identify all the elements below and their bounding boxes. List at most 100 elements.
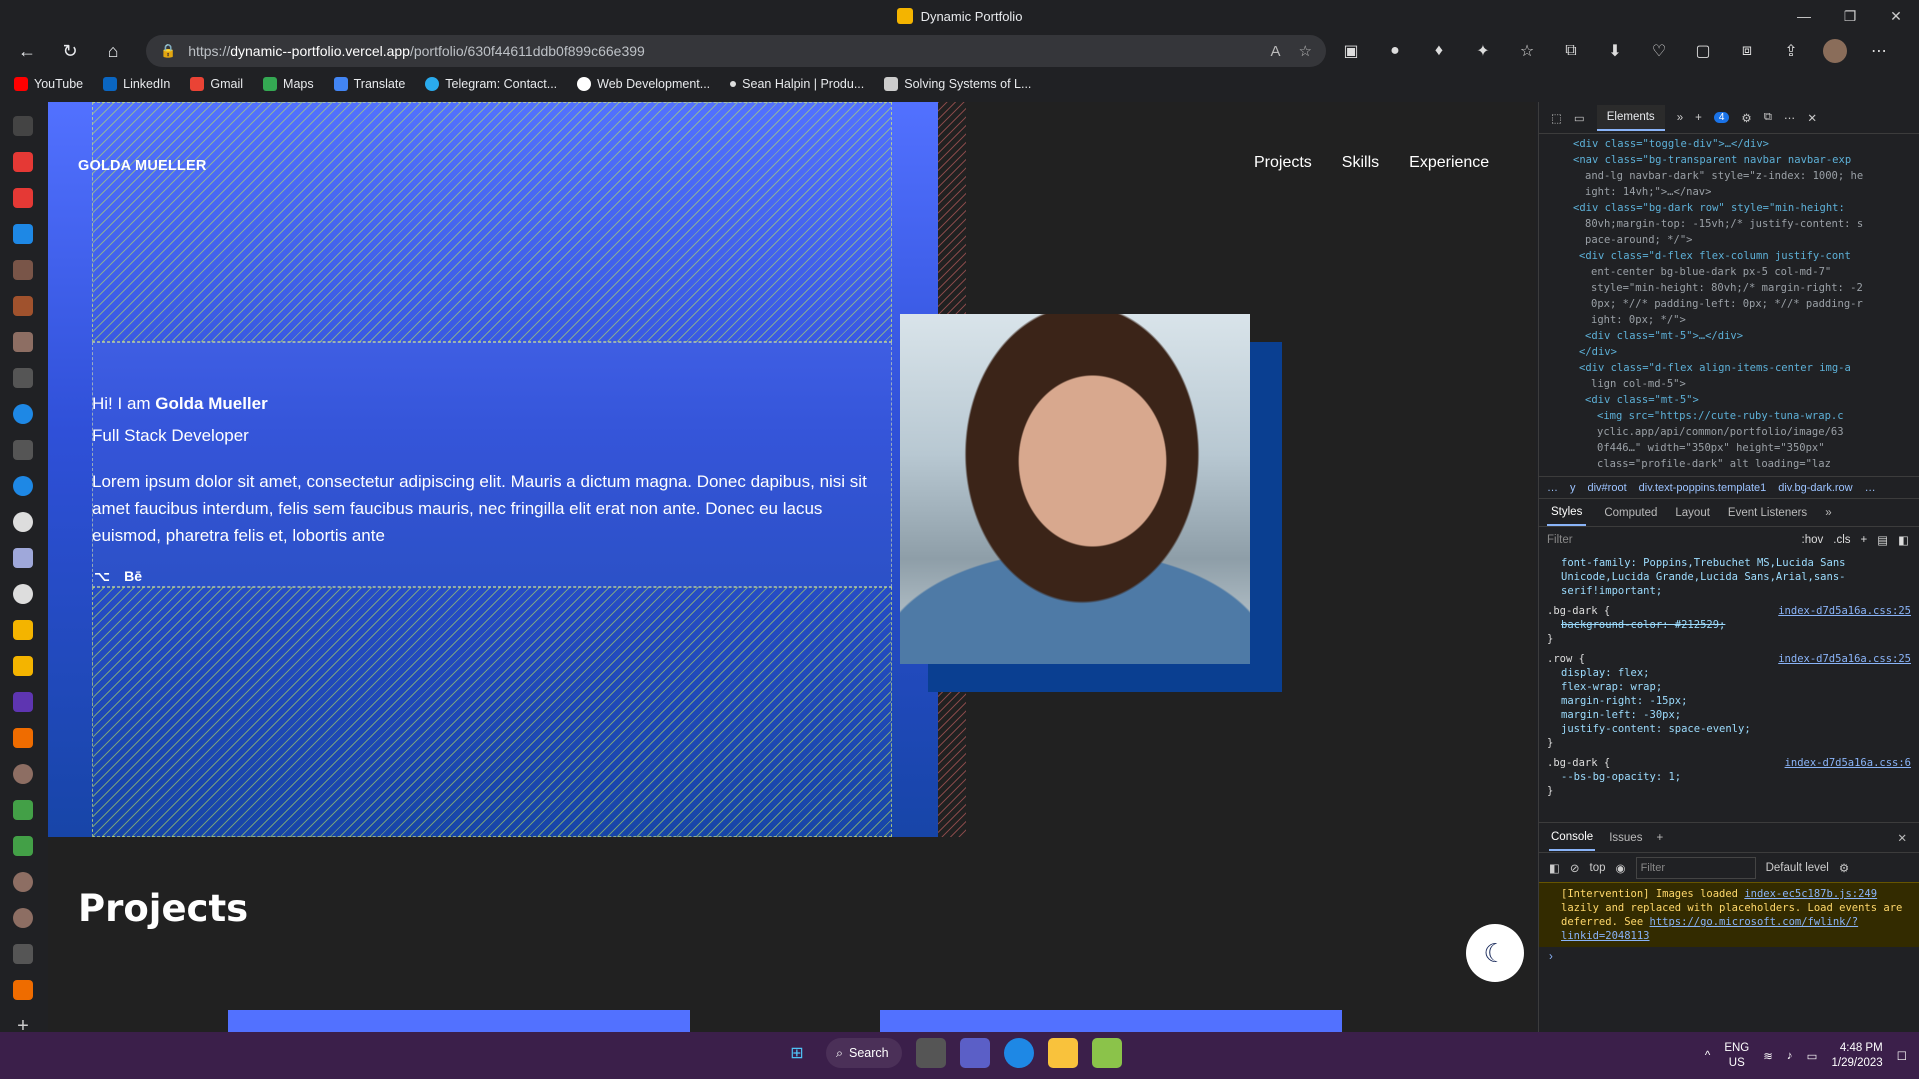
css-source-link[interactable]: index-d7d5a16a.css:25 — [1778, 652, 1911, 666]
download-icon[interactable]: ⬇ — [1602, 38, 1628, 64]
dom-node-line[interactable]: ight: 14vh;">…</nav> — [1543, 184, 1919, 200]
bookmark-webdev[interactable]: Web Development... — [577, 77, 710, 91]
extension-icon[interactable]: ▣ — [1338, 38, 1364, 64]
back-icon[interactable]: ← — [11, 35, 43, 67]
dom-node-line[interactable]: class="profile-dark" alt loading="laz — [1543, 456, 1919, 472]
dock-icon[interactable]: ⧉ — [1764, 111, 1772, 124]
bookmark-sean-halpin[interactable]: Sean Halpin | Produ... — [730, 77, 864, 91]
share-icon[interactable]: ⇪ — [1778, 38, 1804, 64]
css-property[interactable]: justify-content: space-evenly; — [1561, 722, 1911, 736]
extensions-icon[interactable]: ✦ — [1470, 38, 1496, 64]
bookmark-linkedin[interactable]: LinkedIn — [103, 77, 170, 91]
context-select[interactable]: top — [1590, 862, 1606, 874]
volume-icon[interactable]: ♪ — [1787, 1050, 1793, 1062]
more-icon[interactable]: ⋯ — [1866, 38, 1892, 64]
css-property[interactable]: background-color: #212529; — [1561, 618, 1911, 632]
language-indicator[interactable]: ENG US — [1724, 1041, 1749, 1071]
dom-node-line[interactable]: <div class="d-flex align-items-center im… — [1543, 360, 1919, 376]
css-property[interactable]: --bs-bg-opacity: 1; — [1561, 770, 1911, 784]
wifi-icon[interactable]: ≋ — [1763, 1049, 1773, 1063]
more-tabs-icon[interactable]: » — [1825, 507, 1831, 519]
css-selector[interactable]: .row { — [1547, 652, 1585, 666]
play-icon[interactable] — [13, 800, 33, 820]
clear-console-icon[interactable]: ⊘ — [1570, 861, 1580, 875]
theme-toggle-button[interactable]: ☾ — [1466, 924, 1524, 982]
favorites-icon[interactable]: ☆ — [1514, 38, 1540, 64]
more-icon[interactable]: ⋯ — [1784, 111, 1796, 125]
clock[interactable]: 4:48 PM 1/29/2023 — [1832, 1041, 1883, 1071]
dom-node-line[interactable]: <div class="mt-5">…</div> — [1543, 328, 1919, 344]
chevron-up-icon[interactable]: ^ — [1705, 1050, 1710, 1062]
sidebar-toggle-icon[interactable]: ◧ — [1898, 533, 1909, 547]
lock-icon[interactable]: 🔒 — [160, 43, 176, 59]
dom-node-line[interactable]: 80vh;margin-top: -15vh;/* justify-conten… — [1543, 216, 1919, 232]
breadcrumb-item[interactable]: y — [1570, 482, 1576, 494]
bookmark-telegram[interactable]: Telegram: Contact... — [425, 77, 557, 91]
tab-issues[interactable]: Issues — [1609, 832, 1642, 844]
portfolio-icon[interactable] — [13, 656, 33, 676]
reload-icon[interactable]: ↻ — [54, 35, 86, 67]
split-icon[interactable]: ⧈ — [1734, 38, 1760, 64]
project-card[interactable] — [228, 1010, 690, 1032]
bookmark-translate[interactable]: Translate — [333, 77, 405, 91]
paint-icon[interactable]: ▤ — [1877, 533, 1888, 547]
portfolio-icon[interactable] — [13, 620, 33, 640]
play-icon[interactable] — [13, 224, 33, 244]
breadcrumb-item[interactable]: div.text-poppins.template1 — [1639, 482, 1767, 494]
minimize-icon[interactable]: — — [1781, 0, 1827, 32]
bookmark-solving-systems[interactable]: Solving Systems of L... — [884, 77, 1031, 91]
read-aloud-icon[interactable]: A — [1271, 43, 1281, 60]
app-icon[interactable] — [13, 692, 33, 712]
css-selector[interactable]: .bg-dark { — [1547, 756, 1610, 770]
close-icon[interactable]: ✕ — [1807, 111, 1817, 125]
behance-icon[interactable]: Bē — [124, 568, 142, 585]
css-property[interactable]: margin-right: -15px; — [1561, 694, 1911, 708]
issues-badge[interactable]: 4 — [1713, 112, 1730, 123]
dom-node-line[interactable]: lign col-md-5"> — [1543, 376, 1919, 392]
hov-toggle[interactable]: :hov — [1802, 534, 1824, 546]
css-selector[interactable]: .bg-dark { — [1547, 604, 1610, 618]
css-source-link[interactable]: index-d7d5a16a.css:25 — [1778, 604, 1911, 618]
css-property[interactable]: display: flex; — [1561, 666, 1911, 680]
taskbar-search[interactable]: ⌕ Search — [826, 1038, 902, 1068]
app-icon[interactable] — [13, 332, 33, 352]
app-icon[interactable] — [13, 476, 33, 496]
dom-node-line[interactable]: <img src="https://cute-ruby-tuna-wrap.c — [1543, 408, 1919, 424]
app-icon[interactable] — [13, 980, 33, 1000]
breadcrumb-item[interactable]: … — [1865, 482, 1876, 494]
app-icon[interactable] — [13, 368, 33, 388]
bookmark-maps[interactable]: Maps — [263, 77, 314, 91]
app-icon[interactable] — [13, 728, 33, 748]
nav-skills[interactable]: Skills — [1342, 154, 1379, 172]
app-icon[interactable] — [13, 872, 33, 892]
screenshot-icon[interactable]: ▢ — [1690, 38, 1716, 64]
favorite-add-icon[interactable]: ☆ — [1299, 42, 1312, 60]
source-link[interactable]: index-ec5c187b.js:249 — [1744, 888, 1877, 900]
tab-console[interactable]: Console — [1549, 825, 1596, 851]
youtube-icon[interactable] — [13, 188, 33, 208]
tab-event-listeners[interactable]: Event Listeners — [1728, 507, 1807, 519]
dom-node-line[interactable]: <div class="d-flex flex-column justify-c… — [1543, 248, 1919, 264]
file-explorer-icon[interactable] — [1048, 1038, 1078, 1068]
task-view-icon[interactable] — [916, 1038, 946, 1068]
console-filter-input[interactable]: Filter — [1635, 856, 1756, 879]
github-icon[interactable] — [13, 512, 33, 532]
styles-filter-input[interactable]: Filter — [1547, 534, 1792, 546]
css-property[interactable]: flex-wrap: wrap; — [1561, 680, 1911, 694]
dom-node-line[interactable]: <div class="toggle-div">…</div> — [1543, 136, 1919, 152]
battery-icon[interactable]: ▭ — [1807, 1049, 1818, 1063]
console-prompt[interactable]: › — [1539, 947, 1919, 967]
css-property[interactable]: margin-left: -30px; — [1561, 708, 1911, 722]
dom-node-line[interactable]: ent-center bg-blue-dark px-5 col-md-7" — [1543, 264, 1919, 280]
app-icon[interactable] — [13, 944, 33, 964]
github-icon[interactable] — [13, 584, 33, 604]
breadcrumb-item[interactable]: div.bg-dark.row — [1778, 482, 1852, 494]
start-icon[interactable]: ⊞ — [782, 1038, 812, 1068]
console-sidebar-icon[interactable]: ◧ — [1549, 861, 1560, 875]
tab-layout[interactable]: Layout — [1675, 507, 1710, 519]
health-icon[interactable]: ♡ — [1646, 38, 1672, 64]
dom-node-line[interactable]: 0f446…" width="350px" height="350px" — [1543, 440, 1919, 456]
css-source-link[interactable]: index-d7d5a16a.css:6 — [1785, 756, 1911, 770]
style-property[interactable]: font-family: Poppins,Trebuchet MS,Lucida… — [1561, 556, 1911, 598]
dom-node-line[interactable]: <div class="bg-dark row" style="min-heig… — [1543, 200, 1919, 216]
